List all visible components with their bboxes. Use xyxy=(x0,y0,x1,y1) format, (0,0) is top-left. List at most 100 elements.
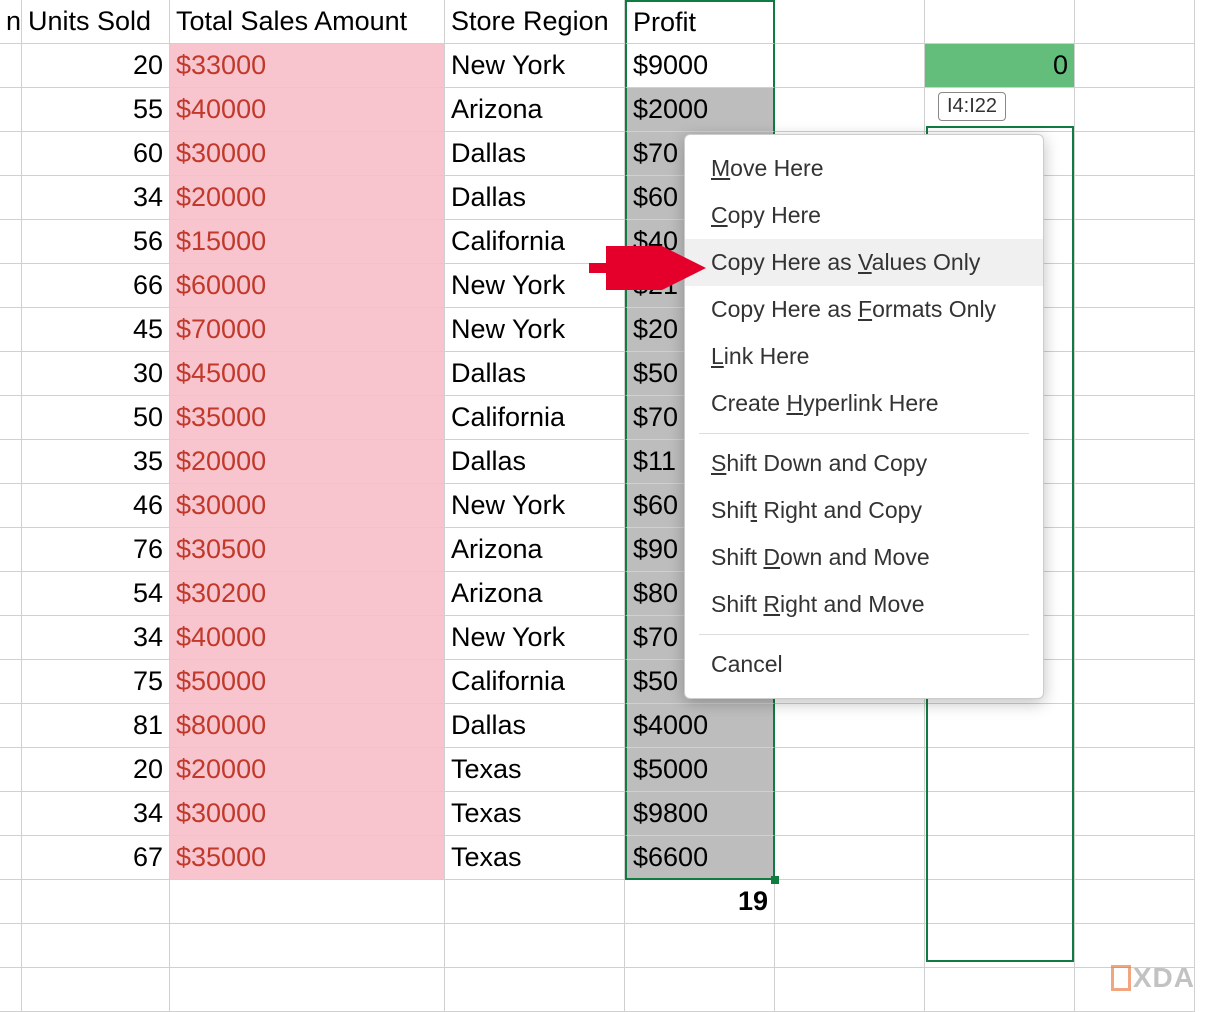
empty-cell[interactable] xyxy=(1075,132,1195,176)
empty-cell[interactable] xyxy=(1075,748,1195,792)
cell-store-region[interactable]: Dallas xyxy=(445,132,625,176)
cell-units-sold[interactable]: 76 xyxy=(22,528,170,572)
cell-store-region[interactable]: New York xyxy=(445,44,625,88)
cell-store-region[interactable]: Arizona xyxy=(445,572,625,616)
empty-cell[interactable] xyxy=(1075,352,1195,396)
empty-cell[interactable] xyxy=(1075,880,1195,924)
empty-cell[interactable] xyxy=(1075,528,1195,572)
cell-total-sales[interactable]: $20000 xyxy=(170,748,445,792)
cell-total-sales[interactable]: $40000 xyxy=(170,88,445,132)
cell-profit[interactable]: $9000 xyxy=(625,44,775,88)
cell-total-sales[interactable]: $30500 xyxy=(170,528,445,572)
empty-cell[interactable] xyxy=(1075,704,1195,748)
cell-store-region[interactable]: California xyxy=(445,660,625,704)
cell-total-sales[interactable]: $80000 xyxy=(170,704,445,748)
cell-store-region[interactable]: New York xyxy=(445,308,625,352)
cell-units-sold[interactable]: 54 xyxy=(22,572,170,616)
menu-shift-down-copy[interactable]: Shift Down and Copy xyxy=(685,440,1043,487)
empty-cell[interactable] xyxy=(1075,484,1195,528)
empty-cell[interactable] xyxy=(22,880,170,924)
empty-cell[interactable] xyxy=(1075,220,1195,264)
cell-store-region[interactable]: Arizona xyxy=(445,528,625,572)
cell-total-sales[interactable]: $15000 xyxy=(170,220,445,264)
empty-cell[interactable] xyxy=(925,880,1075,924)
cell-units-sold[interactable]: 67 xyxy=(22,836,170,880)
empty-cell[interactable] xyxy=(625,968,775,1012)
empty-cell[interactable] xyxy=(445,880,625,924)
cell-total-sales[interactable]: $20000 xyxy=(170,176,445,220)
empty-cell[interactable] xyxy=(445,968,625,1012)
empty-cell[interactable] xyxy=(0,924,22,968)
header-store-region[interactable]: Store Region xyxy=(445,0,625,44)
empty-cell[interactable] xyxy=(625,924,775,968)
empty-cell[interactable] xyxy=(1075,792,1195,836)
empty-cell[interactable] xyxy=(1075,308,1195,352)
cell-units-sold[interactable]: 45 xyxy=(22,308,170,352)
empty-cell[interactable] xyxy=(0,528,22,572)
cell-profit[interactable]: $9800 xyxy=(625,792,775,836)
cell-total-sales[interactable]: $35000 xyxy=(170,836,445,880)
cell-store-region[interactable]: New York xyxy=(445,484,625,528)
cell-total-sales[interactable]: $70000 xyxy=(170,308,445,352)
empty-cell[interactable] xyxy=(775,0,925,44)
cell-store-region[interactable]: Arizona xyxy=(445,88,625,132)
empty-cell[interactable] xyxy=(925,968,1075,1012)
empty-cell[interactable] xyxy=(1075,616,1195,660)
menu-copy-here[interactable]: Copy Here xyxy=(685,192,1043,239)
empty-cell[interactable] xyxy=(0,220,22,264)
cell-total-sales[interactable]: $60000 xyxy=(170,264,445,308)
menu-move-here[interactable]: Move Here xyxy=(685,145,1043,192)
empty-cell[interactable] xyxy=(22,968,170,1012)
cell-profit[interactable]: $4000 xyxy=(625,704,775,748)
empty-cell[interactable] xyxy=(0,748,22,792)
cell-store-region[interactable]: Texas xyxy=(445,836,625,880)
cell-total-sales[interactable]: $35000 xyxy=(170,396,445,440)
cell-profit[interactable]: $2000 xyxy=(625,88,775,132)
cell-total-sales[interactable]: $50000 xyxy=(170,660,445,704)
menu-shift-down-move[interactable]: Shift Down and Move xyxy=(685,534,1043,581)
cell-total-sales[interactable]: $30000 xyxy=(170,792,445,836)
empty-cell[interactable] xyxy=(1075,88,1195,132)
cell-store-region[interactable]: Dallas xyxy=(445,176,625,220)
cell-store-region[interactable]: Dallas xyxy=(445,704,625,748)
empty-cell[interactable] xyxy=(1075,396,1195,440)
cell-units-sold[interactable]: 34 xyxy=(22,616,170,660)
empty-cell[interactable] xyxy=(925,924,1075,968)
empty-cell[interactable] xyxy=(925,792,1075,836)
empty-cell[interactable] xyxy=(775,968,925,1012)
empty-cell[interactable] xyxy=(775,44,925,88)
fill-handle[interactable] xyxy=(771,876,779,884)
cell-total-sales[interactable]: $45000 xyxy=(170,352,445,396)
empty-cell[interactable] xyxy=(925,748,1075,792)
cell-store-region[interactable]: California xyxy=(445,220,625,264)
menu-create-hyperlink-here[interactable]: Create Hyperlink Here xyxy=(685,380,1043,427)
cell-units-sold[interactable]: 34 xyxy=(22,176,170,220)
header-total-sales[interactable]: Total Sales Amount xyxy=(170,0,445,44)
cell-store-region[interactable]: New York xyxy=(445,616,625,660)
empty-cell[interactable] xyxy=(0,484,22,528)
empty-cell[interactable] xyxy=(0,352,22,396)
menu-shift-right-copy[interactable]: Shift Right and Copy xyxy=(685,487,1043,534)
cell-units-sold[interactable]: 35 xyxy=(22,440,170,484)
empty-cell[interactable] xyxy=(0,572,22,616)
empty-cell[interactable] xyxy=(0,88,22,132)
empty-cell[interactable] xyxy=(0,616,22,660)
cell-total-sales[interactable]: $30000 xyxy=(170,484,445,528)
cell-units-sold[interactable]: 81 xyxy=(22,704,170,748)
cell-store-region[interactable]: Texas xyxy=(445,748,625,792)
empty-cell[interactable] xyxy=(775,748,925,792)
empty-cell[interactable] xyxy=(0,440,22,484)
destination-first-cell[interactable]: 0 xyxy=(925,44,1075,88)
empty-cell[interactable] xyxy=(0,308,22,352)
empty-cell[interactable] xyxy=(0,132,22,176)
empty-cell[interactable] xyxy=(925,0,1075,44)
cell-store-region[interactable]: Texas xyxy=(445,792,625,836)
cell-profit[interactable]: $6600 xyxy=(625,836,775,880)
empty-cell[interactable] xyxy=(1075,0,1195,44)
empty-cell[interactable] xyxy=(445,924,625,968)
header-units-sold[interactable]: Units Sold xyxy=(22,0,170,44)
empty-cell[interactable] xyxy=(1075,572,1195,616)
header-profit[interactable]: Profit xyxy=(625,0,775,44)
menu-shift-right-move[interactable]: Shift Right and Move xyxy=(685,581,1043,628)
cell-total-sales[interactable]: $30000 xyxy=(170,132,445,176)
